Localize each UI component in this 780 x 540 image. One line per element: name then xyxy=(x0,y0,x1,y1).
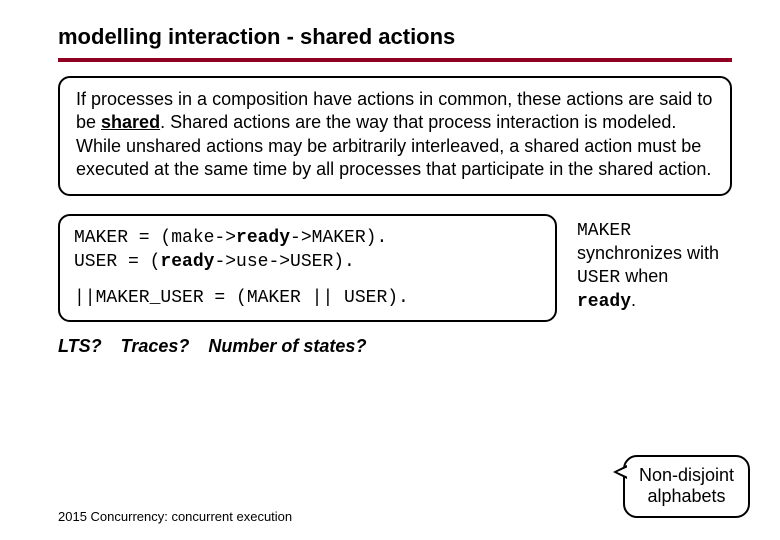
code-compose-line: ||MAKER_USER = (MAKER || USER). xyxy=(74,286,541,310)
sync-text-2: when xyxy=(620,266,668,286)
shared-keyword: shared xyxy=(101,112,160,132)
code-user-line: USER = (ready->use->USER). xyxy=(74,250,541,274)
question-states: Number of states? xyxy=(208,336,366,356)
code-user-pre: USER = ( xyxy=(74,252,160,272)
sync-text-1: synchronizes with xyxy=(577,243,719,263)
questions: LTS? Traces? Number of states? xyxy=(58,336,732,357)
slide-title: modelling interaction - shared actions xyxy=(58,24,732,50)
code-user-ready: ready xyxy=(160,252,214,272)
slide: modelling interaction - shared actions I… xyxy=(0,0,780,540)
definition-box: If processes in a composition have actio… xyxy=(58,76,732,196)
code-spacer xyxy=(74,274,541,286)
content-row: MAKER = (make->ready->MAKER). USER = (re… xyxy=(58,214,732,323)
code-maker-ready: ready xyxy=(236,228,290,248)
code-maker-line: MAKER = (make->ready->MAKER). xyxy=(74,226,541,250)
sync-note: MAKER synchronizes with USER when ready. xyxy=(577,214,732,314)
callout-line-2: alphabets xyxy=(639,486,734,508)
code-maker-pre: MAKER = (make-> xyxy=(74,228,236,248)
code-box: MAKER = (make->ready->MAKER). USER = (re… xyxy=(58,214,557,323)
title-rule xyxy=(58,58,732,62)
sync-period: . xyxy=(631,290,636,310)
sync-ready: ready xyxy=(577,292,631,312)
code-maker-post: ->MAKER). xyxy=(290,228,387,248)
callout-line-1: Non-disjoint xyxy=(639,465,734,487)
definition-text-2: . Shared actions are the way that proces… xyxy=(76,112,711,179)
code-user-post: ->use->USER). xyxy=(214,252,354,272)
question-traces: Traces? xyxy=(121,336,190,356)
question-lts: LTS? xyxy=(58,336,102,356)
footer: 2015 Concurrency: concurrent execution xyxy=(58,509,292,524)
callout-non-disjoint: Non-disjoint alphabets xyxy=(623,455,750,518)
sync-user: USER xyxy=(577,268,620,288)
sync-maker: MAKER xyxy=(577,221,631,241)
